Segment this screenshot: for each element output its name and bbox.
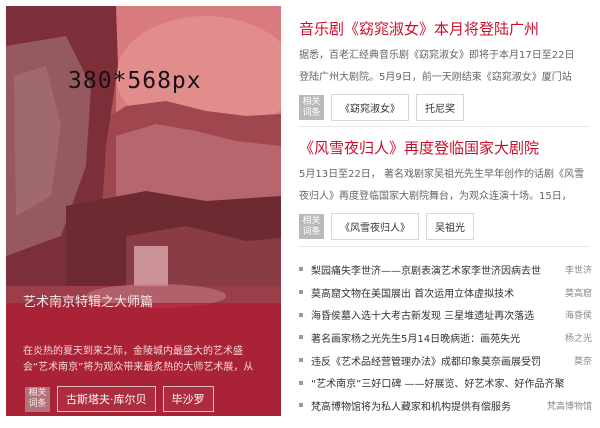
badge-text: 词条 — [28, 399, 47, 409]
news-tag[interactable]: 李世济 — [565, 263, 592, 276]
news-tag[interactable]: 海昏侯 — [565, 308, 592, 321]
article-title[interactable]: 《风雪夜归人》再度登临国家大剧院 — [299, 137, 589, 158]
article-title[interactable]: 音乐剧《窈窕淑女》本月将登陆广州 — [299, 18, 589, 39]
feature-tags: 相关 词条 古斯塔夫·库尔贝 毕沙罗 — [25, 386, 214, 412]
bullet-icon — [299, 335, 303, 340]
news-item[interactable]: 莫高窟文物在美国展出 首次运用立体虚拟技术 莫高窟 — [299, 281, 592, 304]
badge-text: 词条 — [302, 226, 321, 237]
news-title[interactable]: “艺术南京”三好口碑 ——好展览、好艺术家、好作品齐聚 — [311, 375, 565, 390]
badge-text: 词条 — [302, 107, 321, 118]
article-tag[interactable]: 《窈窕淑女》 — [331, 94, 409, 121]
feature-tag[interactable]: 古斯塔夫·库尔贝 — [57, 386, 156, 412]
divider — [299, 126, 589, 127]
news-tag[interactable]: 梵高博物馆 — [547, 399, 592, 412]
bullet-icon — [299, 312, 303, 317]
news-item[interactable]: “艺术南京”三好口碑 ——好展览、好艺术家、好作品齐聚 — [299, 371, 592, 394]
news-item[interactable]: 梨园痛失李世济——京剧表演艺术家李世济因病去世 李世济 — [299, 258, 592, 281]
feature-desc-line: 会“艺术南京”将为观众带来最炙热的大师艺术展，从 — [23, 362, 254, 373]
bullet-icon — [299, 358, 303, 363]
article-desc-line: 登陆广州大剧院。5月9日，前一天刚结束《窈窕淑女》厦门站 — [299, 72, 572, 83]
badge-text: 相关 — [302, 215, 321, 226]
news-list: 梨园痛失李世济——京剧表演艺术家李世济因病去世 李世济 莫高窟文物在美国展出 首次… — [299, 258, 592, 417]
bullet-icon — [299, 403, 303, 408]
divider — [299, 246, 589, 247]
badge-text: 相关 — [28, 388, 47, 398]
news-tag[interactable]: 莫高窟 — [565, 286, 592, 299]
news-item[interactable]: 海昏侯墓入选十大考古新发现 三星堆遗址再次落选 海昏侯 — [299, 303, 592, 326]
feature-description: 在炎热的夏天到来之际，金陵城内最盛大的艺术盛 会“艺术南京”将为观众带来最炙热的… — [23, 344, 275, 376]
article-tags: 相关 词条 《窈窕淑女》 托尼奖 — [299, 94, 589, 121]
bullet-icon — [299, 380, 303, 385]
bullet-icon — [299, 290, 303, 295]
news-title[interactable]: 梨园痛失李世济——京剧表演艺术家李世济因病去世 — [311, 262, 541, 277]
article-desc-line: 夜归人》再度登临国家大剧院舞台，为观众连演十场。15日， — [299, 191, 572, 202]
feature-desc-line: 在炎热的夏天到来之际，金陵城内最盛大的艺术盛 — [23, 346, 243, 357]
news-title[interactable]: 梵高博物馆将为私人藏家和机构提供有偿服务 — [311, 398, 511, 413]
article-card: 音乐剧《窈窕淑女》本月将登陆广州 据悉，百老汇经典音乐剧《窈窕淑女》即将于本月1… — [299, 18, 589, 121]
news-item[interactable]: 违反《艺术品经营管理办法》成都印象莫奈画展受罚 莫奈 — [299, 349, 592, 372]
article-desc-line: 据悉，百老汇经典音乐剧《窈窕淑女》即将于本月17日至22日 — [299, 50, 575, 61]
badge-text: 相关 — [302, 96, 321, 107]
article-description: 5月13日至22日， 著名戏剧家吴祖光先生早年创作的话剧《风雪 夜归人》再度登临… — [299, 164, 589, 208]
article-tag[interactable]: 托尼奖 — [416, 94, 464, 121]
news-title[interactable]: 海昏侯墓入选十大考古新发现 三星堆遗址再次落选 — [311, 307, 534, 322]
related-terms-badge: 相关 词条 — [299, 214, 324, 239]
news-title[interactable]: 莫高窟文物在美国展出 首次运用立体虚拟技术 — [311, 285, 514, 300]
news-title[interactable]: 著名画家杨之光先生5月14日晚病逝：画苑失光 — [311, 330, 520, 345]
article-tags: 相关 词条 《风雪夜归人》 吴祖光 — [299, 213, 589, 240]
news-title[interactable]: 违反《艺术品经营管理办法》成都印象莫奈画展受罚 — [311, 353, 541, 368]
news-item[interactable]: 著名画家杨之光先生5月14日晚病逝：画苑失光 杨之光 — [299, 326, 592, 349]
image-placeholder-text: 380*568px — [68, 68, 202, 94]
feature-title[interactable]: 艺术南京特辑之大师篇 — [23, 291, 153, 310]
article-tag[interactable]: 《风雪夜归人》 — [331, 213, 419, 240]
news-tag[interactable]: 杨之光 — [565, 331, 592, 344]
news-tag[interactable]: 莫奈 — [574, 354, 592, 367]
related-terms-badge: 相关 词条 — [299, 95, 324, 120]
related-terms-badge: 相关 词条 — [25, 386, 50, 412]
bullet-icon — [299, 267, 303, 272]
feature-card[interactable]: 380*568px 艺术南京特辑之大师篇 在炎热的夏天到来之际，金陵城内最盛大的… — [6, 6, 281, 416]
article-desc-line: 5月13日至22日， 著名戏剧家吴祖光先生早年创作的话剧《风雪 — [299, 169, 584, 180]
article-tag[interactable]: 吴祖光 — [426, 213, 474, 240]
article-description: 据悉，百老汇经典音乐剧《窈窕淑女》即将于本月17日至22日 登陆广州大剧院。5月… — [299, 45, 589, 89]
article-card: 《风雪夜归人》再度登临国家大剧院 5月13日至22日， 著名戏剧家吴祖光先生早年… — [299, 137, 589, 240]
news-item[interactable]: 梵高博物馆将为私人藏家和机构提供有偿服务 梵高博物馆 — [299, 394, 592, 417]
feature-tag[interactable]: 毕沙罗 — [162, 386, 214, 412]
